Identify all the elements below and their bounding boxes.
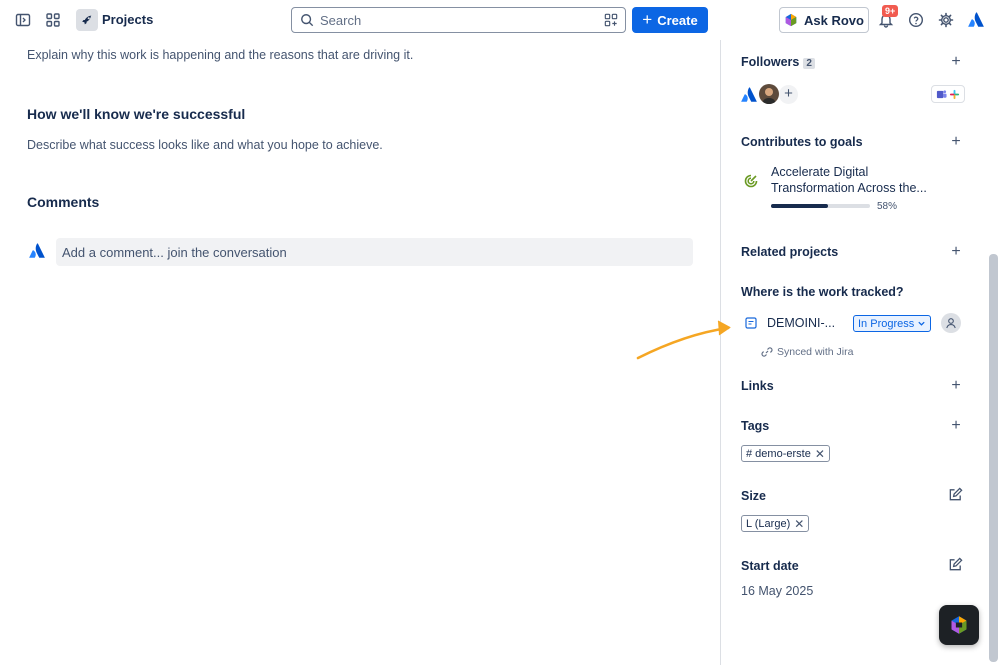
links-heading: Links [741, 379, 774, 393]
create-label: Create [657, 12, 698, 28]
filter-apps-icon[interactable] [604, 13, 618, 27]
rovo-chat-button[interactable] [939, 605, 979, 645]
synced-label: Synced with Jira [777, 346, 854, 358]
related-projects-heading: Related projects [741, 245, 839, 259]
goals-heading: Contributes to goals [741, 135, 863, 149]
edit-start-date-icon[interactable] [948, 557, 964, 573]
size-chip[interactable]: L (Large) ✕ [741, 515, 810, 532]
size-heading: Size [741, 489, 767, 503]
projects-rocket-icon[interactable] [76, 9, 98, 31]
remove-tag-icon[interactable]: ✕ [815, 447, 825, 461]
sidebar-toggle-icon[interactable] [12, 9, 34, 31]
size-label: L (Large) [746, 517, 791, 530]
tag-label: # demo-erste [746, 447, 811, 460]
followers-heading: Followers 2 [741, 55, 815, 69]
app-switcher-icon[interactable] [42, 9, 64, 31]
status-dropdown[interactable]: In Progress [853, 315, 932, 332]
app-title[interactable]: Projects [102, 12, 153, 27]
success-description[interactable]: Describe what success looks like and wha… [27, 138, 383, 152]
assignee-avatar[interactable] [941, 313, 961, 333]
start-date-value[interactable]: 16 May 2025 [741, 584, 813, 598]
search-input[interactable] [320, 12, 590, 28]
goal-link[interactable]: Accelerate Digital Transformation Across… [771, 164, 941, 196]
annotation-arrow [636, 320, 731, 360]
followers-count: 2 [803, 58, 815, 69]
top-navigation: Projects + Create Ask Rovo 9+ [0, 0, 999, 40]
user-avatar-icon [28, 242, 46, 265]
plus-icon: + [642, 10, 653, 29]
atlassian-profile-icon[interactable] [965, 9, 987, 31]
add-link-button[interactable]: + [949, 378, 963, 394]
goal-progress-label: 58% [877, 201, 898, 212]
status-label: In Progress [858, 317, 915, 330]
slack-icon [949, 89, 960, 99]
search-icon [301, 14, 314, 27]
teams-icon [936, 89, 947, 98]
create-button[interactable]: + Create [632, 7, 708, 33]
followers-label: Followers [741, 55, 800, 69]
purpose-description[interactable]: Explain why this work is happening and t… [27, 48, 413, 62]
integrations-button[interactable] [931, 85, 965, 103]
success-heading: How we'll know we're successful [27, 106, 246, 122]
person-icon [946, 318, 956, 329]
details-sidebar: Followers 2 + + Contributes to goals + Ac… [721, 40, 999, 665]
settings-gear-icon[interactable] [935, 9, 957, 31]
comment-input[interactable]: Add a comment... join the conversation [56, 238, 693, 266]
start-date-heading: Start date [741, 559, 799, 573]
goal-target-icon [743, 173, 759, 194]
add-follower-avatar-button[interactable]: + [779, 85, 798, 104]
search-box[interactable] [291, 7, 626, 33]
comments-heading: Comments [27, 194, 100, 210]
add-tag-button[interactable]: + [949, 418, 963, 434]
ask-rovo-button[interactable]: Ask Rovo [779, 7, 869, 33]
follower-user-avatar[interactable] [759, 84, 779, 104]
remove-size-icon[interactable]: ✕ [794, 517, 804, 531]
jira-work-item-link[interactable]: DEMOINI-... [767, 316, 835, 330]
synced-with-jira: Synced with Jira [761, 346, 853, 358]
rovo-icon [785, 13, 797, 27]
add-related-project-button[interactable]: + [949, 244, 963, 260]
add-goal-button[interactable]: + [949, 134, 963, 150]
jira-epic-icon [745, 316, 757, 334]
notifications-badge: 9+ [882, 5, 899, 17]
follower-atlassian-avatar-icon[interactable] [740, 86, 758, 109]
chevron-down-icon [918, 321, 925, 326]
goal-progress-bar [771, 204, 870, 208]
project-main-content: Explain why this work is happening and t… [0, 40, 720, 665]
work-tracked-heading: Where is the work tracked? [741, 285, 904, 299]
help-icon[interactable] [905, 9, 927, 31]
link-icon [761, 347, 773, 357]
rovo-icon [951, 616, 967, 634]
add-follower-button[interactable]: + [949, 54, 963, 70]
tag-chip[interactable]: # demo-erste ✕ [741, 445, 830, 462]
sidebar-scrollbar-thumb[interactable] [989, 254, 998, 662]
ask-rovo-label: Ask Rovo [804, 12, 864, 28]
goal-progress-fill [771, 204, 829, 208]
tags-heading: Tags [741, 419, 770, 433]
edit-size-icon[interactable] [948, 487, 964, 503]
